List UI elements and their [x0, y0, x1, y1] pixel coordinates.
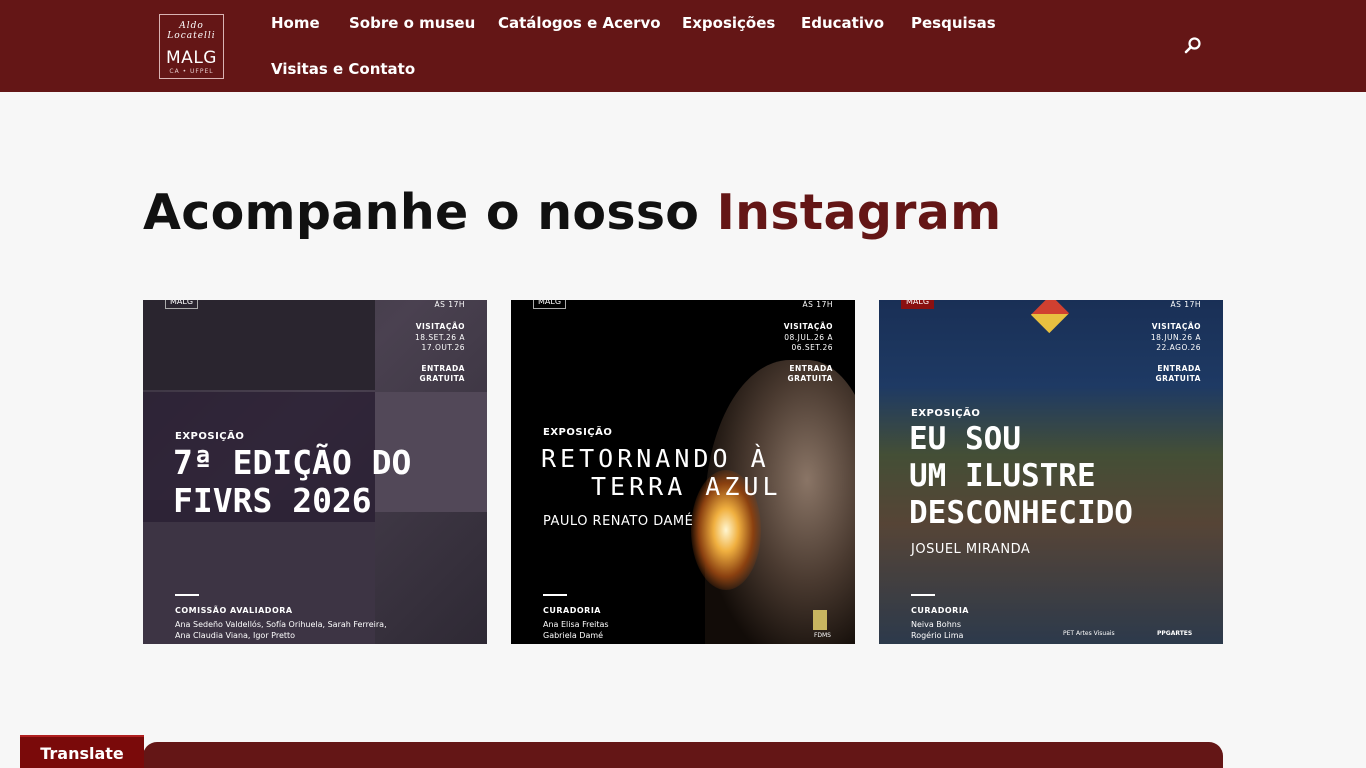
post-visit-label: VISITAÇÃO	[783, 322, 833, 331]
post-visit-dates-end: 22.AGO.26	[1156, 343, 1201, 352]
logo-signature: Aldo Locatelli	[167, 21, 216, 41]
logo-sub: CA • UFPEL	[169, 68, 214, 75]
post-credits-line-2: Rogério Lima	[911, 631, 964, 640]
post-entry-free: GRATUITA	[419, 374, 465, 383]
sponsor-pet-label: PET Artes Visuais	[1063, 630, 1115, 637]
nav-pesquisas[interactable]: Pesquisas	[911, 14, 996, 32]
post-credits-heading: COMISSÃO AVALIADORA	[175, 606, 293, 615]
post-entry: ENTRADA	[789, 364, 833, 373]
post-time: ÀS 17H	[1170, 300, 1201, 309]
post-headline-line-2: UM ILUSTRE	[909, 458, 1096, 494]
post-entry: ENTRADA	[1157, 364, 1201, 373]
search-icon[interactable]	[1182, 34, 1204, 56]
post-visit-label: VISITAÇÃO	[1151, 322, 1201, 331]
nav-sobre-o-museu[interactable]: Sobre o museu	[349, 14, 475, 32]
post-headline-line-2: TERRA AZUL	[591, 472, 782, 501]
post-visit-label: VISITAÇÃO	[415, 322, 465, 331]
photo-collage-tile	[143, 300, 375, 390]
post-kicker: EXPOSIÇÃO	[175, 431, 245, 442]
post-time: ÀS 17H	[434, 300, 465, 309]
post-credits-line-2: Gabriela Damé	[543, 631, 604, 640]
post-credits-line-2: Ana Claudia Viana, Igor Pretto	[175, 631, 296, 640]
nav-exposicoes[interactable]: Exposições	[682, 14, 775, 32]
divider	[911, 594, 935, 596]
post-logo: MALG	[165, 300, 199, 309]
post-artist: JOSUEL MIRANDA	[911, 542, 1031, 557]
title-accent: Instagram	[716, 184, 1002, 241]
post-headline-line-3: DESCONHECIDO	[909, 495, 1133, 531]
post-credits-line-1: Ana Elisa Freitas	[543, 620, 609, 629]
post-headline-line-2: FIVRS 2026	[173, 481, 372, 520]
post-logo: MALG	[533, 300, 567, 309]
post-artist: PAULO RENATO DAMÉ	[543, 514, 694, 529]
post-kicker: EXPOSIÇÃO	[911, 408, 981, 419]
post-visit-dates: 18.SET.26 A	[414, 333, 465, 342]
nav-catalogos-e-acervo[interactable]: Catálogos e Acervo	[498, 14, 661, 32]
post-headline-line-1: RETORNANDO À	[541, 444, 770, 473]
title-main: Acompanhe o nosso	[143, 184, 717, 241]
post-credits-heading: CURADORIA	[911, 606, 969, 615]
post-headline-line-1: EU SOU	[909, 421, 1021, 457]
post-logo: MALG	[901, 300, 935, 309]
post-visit-dates-end: 17.OUT.26	[421, 343, 465, 352]
sponsor-ppgartes-label: PPGARTES	[1157, 630, 1193, 637]
nav-educativo[interactable]: Educativo	[801, 14, 884, 32]
malg-logo[interactable]: Aldo Locatelli MALG CA • UFPEL	[159, 14, 224, 79]
sponsor-label: FDMS	[813, 632, 831, 639]
post-credits-heading: CURADORIA	[543, 606, 601, 615]
post-visit-dates: 08.JUL.26 A	[784, 333, 833, 342]
post-entry-free: GRATUITA	[787, 374, 833, 383]
site-header: Aldo Locatelli MALG CA • UFPEL Home Sobr…	[0, 0, 1366, 92]
sponsor-logo-icon	[813, 610, 827, 630]
nav-visitas-e-contato[interactable]: Visitas e Contato	[271, 60, 415, 78]
translate-button[interactable]: Translate	[20, 735, 144, 768]
post-time: ÀS 17H	[802, 300, 833, 309]
instagram-post-2[interactable]: MALG ÀS 17H VISITAÇÃO 08.JUL.26 A 06.SET…	[511, 300, 855, 644]
divider	[543, 594, 567, 596]
section-title: Acompanhe o nosso Instagram	[143, 184, 1001, 241]
post-credits-line-1: Ana Sedeño Valdellós, Sofía Orihuela, Sa…	[175, 620, 387, 629]
post-visit-dates: 18.JUN.26 A	[1150, 333, 1201, 342]
footer-band	[143, 742, 1223, 768]
nav-home[interactable]: Home	[271, 14, 320, 32]
post-entry: ENTRADA	[421, 364, 465, 373]
post-kicker: EXPOSIÇÃO	[543, 427, 613, 438]
instagram-post-3[interactable]: MALG ÀS 17H VISITAÇÃO 18.JUN.26 A 22.AGO…	[879, 300, 1223, 644]
post-visit-dates-end: 06.SET.26	[791, 343, 833, 352]
post-entry-free: GRATUITA	[1155, 374, 1201, 383]
post-headline-line-1: 7ª EDIÇÃO DO	[173, 443, 412, 482]
divider	[175, 594, 199, 596]
logo-name: MALG	[166, 48, 217, 68]
post-credits-line-1: Neiva Bohns	[911, 620, 961, 629]
instagram-post-1[interactable]: MALG ÀS 17H VISITAÇÃO 18.SET.26 A 17.OUT…	[143, 300, 487, 644]
